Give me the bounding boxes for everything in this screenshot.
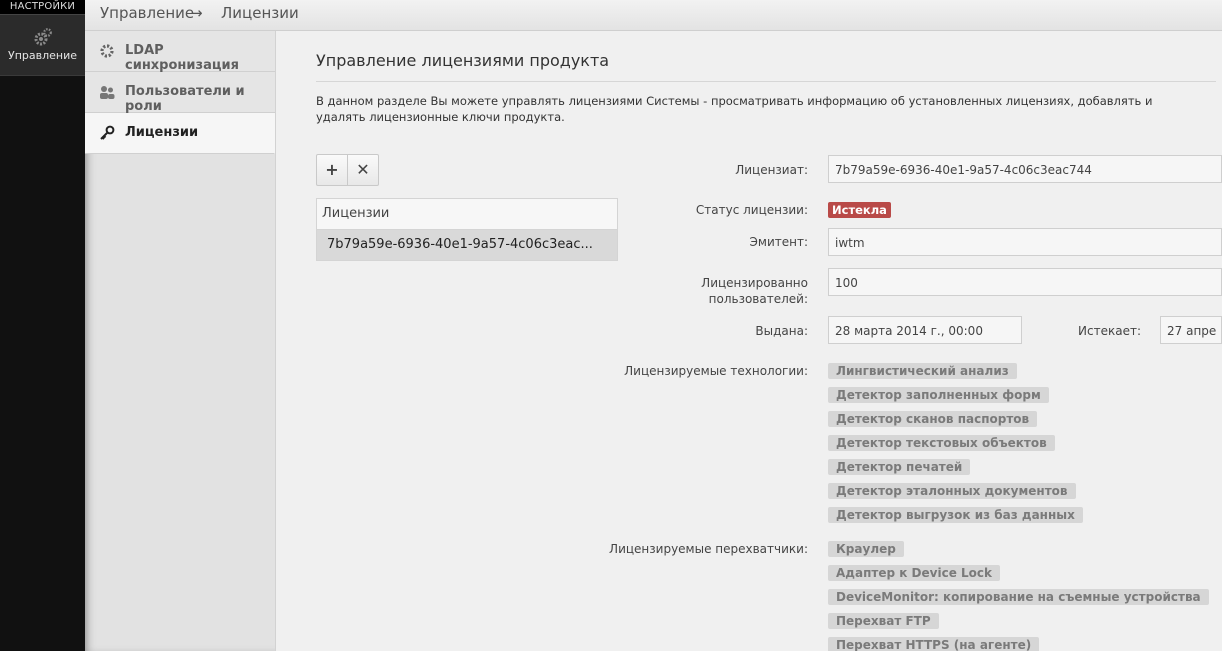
users-label-line1: Лицензированно — [701, 276, 808, 290]
interceptors-label: Лицензируемые перехватчики: — [609, 542, 808, 556]
license-toolbar: + ✕ — [316, 154, 379, 186]
rail-item-label: Управление — [7, 49, 77, 62]
technology-tag: Детектор текстовых объектов — [828, 435, 1055, 451]
technology-tag: Детектор печатей — [828, 459, 971, 475]
subnav-item-label: LDAP синхронизация — [125, 43, 239, 73]
left-rail: НАСТРОЙКИ Управление — [0, 0, 85, 651]
subnav-item-licenses[interactable]: Лицензии — [85, 113, 275, 154]
issued-date-field[interactable]: 28 марта 2014 г., 00:00 — [828, 316, 1022, 344]
technology-tag: Детектор заполненных форм — [828, 387, 1049, 403]
licenses-table: Лицензии 7b79a59e-6936-40e1-9a57-4c06c3e… — [316, 198, 618, 261]
settings-subnav: LDAP синхронизация Пользователи и роли Л… — [85, 31, 276, 651]
issuer-label: Эмитент: — [749, 235, 808, 249]
rail-item-management[interactable]: Управление — [0, 15, 85, 76]
breadcrumb-root[interactable]: Управление — [100, 4, 194, 22]
page-title: Управление лицензиями продукта — [316, 51, 610, 70]
subnav-item-label: Пользователи и роли — [125, 84, 245, 114]
gears-icon — [0, 15, 85, 47]
users-field[interactable]: 100 — [828, 268, 1222, 296]
users-label-line2: пользователей: — [708, 292, 808, 306]
technologies-label: Лицензируемые технологии: — [624, 364, 808, 378]
licensee-label: Лицензиат: — [735, 163, 808, 177]
breadcrumb-current: Лицензии — [221, 4, 299, 22]
technology-tag: Лингвистический анализ — [828, 363, 1017, 379]
users-icon — [99, 84, 115, 100]
interceptor-tag: Краулер — [828, 541, 904, 557]
key-icon — [99, 125, 115, 141]
remove-license-button[interactable]: ✕ — [347, 155, 378, 185]
breadcrumb-arrow-icon: → — [190, 4, 203, 22]
status-label: Статус лицензии: — [695, 203, 808, 217]
main-content: Управление лицензиями продукта В данном … — [276, 31, 1222, 651]
licensee-field[interactable]: 7b79a59e-6936-40e1-9a57-4c06c3eac744 — [828, 155, 1222, 183]
gear-icon — [99, 43, 115, 59]
technology-tag: Детектор выгрузок из баз данных — [828, 507, 1083, 523]
subnav-item-ldap[interactable]: LDAP синхронизация — [85, 31, 275, 73]
technology-tag: Детектор эталонных документов — [828, 483, 1076, 499]
breadcrumb: Управление → Лицензии — [85, 0, 1222, 31]
subnav-item-users[interactable]: Пользователи и роли — [85, 72, 275, 114]
expires-label: Истекает: — [1078, 324, 1141, 338]
expires-date-field[interactable]: 27 апре — [1160, 316, 1222, 344]
status-badge: Истекла — [828, 202, 891, 218]
interceptor-tag: Адаптер к Device Lock — [828, 565, 1000, 581]
interceptor-tag: Перехват HTTPS (на агенте) — [828, 637, 1040, 651]
technology-tag: Детектор сканов паспортов — [828, 411, 1038, 427]
page-description: В данном разделе Вы можете управлять лиц… — [316, 94, 1153, 124]
rail-title: НАСТРОЙКИ — [0, 0, 85, 15]
issued-label: Выдана: — [755, 324, 808, 338]
table-row[interactable]: 7b79a59e-6936-40e1-9a57-4c06c3eac... — [317, 230, 617, 260]
interceptor-tag: DeviceMonitor: копирование на съемные ус… — [828, 589, 1209, 605]
interceptor-tag: Перехват FTP — [828, 613, 939, 629]
subnav-item-label: Лицензии — [125, 125, 199, 140]
licenses-table-header: Лицензии — [317, 199, 617, 230]
divider — [316, 81, 1216, 82]
add-license-button[interactable]: + — [317, 155, 347, 185]
issuer-field[interactable]: iwtm — [828, 228, 1222, 256]
